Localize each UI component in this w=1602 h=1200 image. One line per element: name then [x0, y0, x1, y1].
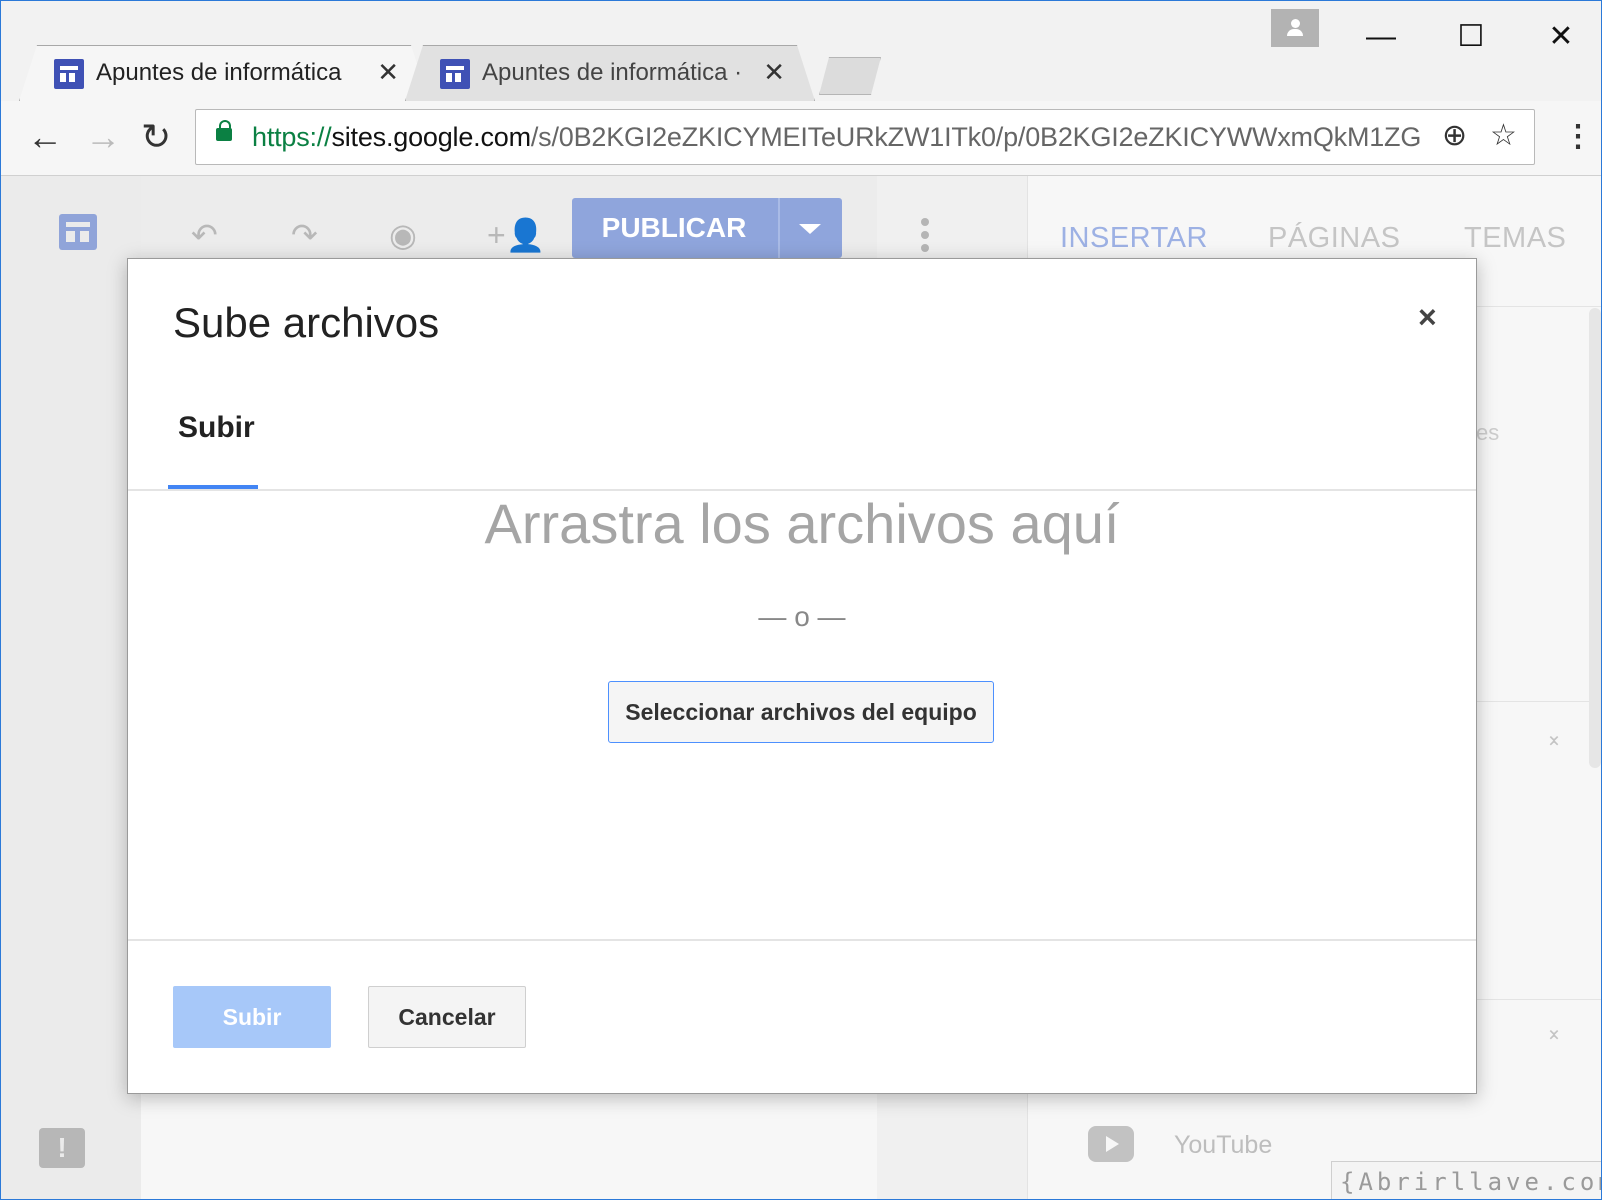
select-files-button[interactable]: Seleccionar archivos del equipo: [608, 681, 994, 743]
tab-strip: Apuntes de informática ✕ Apuntes de info…: [1, 1, 1601, 101]
divider: [128, 939, 1476, 941]
upload-button[interactable]: Subir: [173, 986, 331, 1048]
tab-title: Apuntes de informática: [96, 59, 342, 86]
tab-active[interactable]: Apuntes de informática ✕: [19, 45, 429, 101]
cancel-button[interactable]: Cancelar: [368, 986, 526, 1048]
back-arrow-icon[interactable]: ←: [27, 117, 63, 157]
expand-collapse-icon[interactable]: ⌄ ⌃: [1542, 1019, 1566, 1053]
tab-inactive[interactable]: Apuntes de informática · ✕: [405, 45, 815, 101]
drop-zone-text[interactable]: Arrastra los archivos aquí: [128, 491, 1476, 556]
maximize-icon[interactable]: ☐: [1453, 19, 1489, 55]
panel-scrollbar[interactable]: [1589, 308, 1601, 768]
star-icon[interactable]: ☆: [1490, 118, 1517, 153]
lock-icon: [216, 120, 232, 141]
google-sites-favicon-icon: [440, 59, 470, 89]
address-bar[interactable]: https://sites.google.com/s/0B2KGI2eZKICY…: [195, 109, 1535, 165]
google-sites-favicon-icon: [54, 59, 84, 89]
youtube-icon[interactable]: [1088, 1126, 1134, 1162]
tab-close-icon[interactable]: ✕: [377, 58, 399, 86]
kebab-menu-icon[interactable]: ⋮: [1563, 117, 1593, 157]
watermark-logo: {Abrirllave.com: [1331, 1161, 1601, 1199]
minimize-icon[interactable]: —: [1363, 19, 1399, 55]
or-separator: — o —: [758, 601, 846, 632]
upload-dialog: Sube archivos × Subir Arrastra los archi…: [127, 258, 1477, 1094]
undo-icon[interactable]: ↶: [191, 216, 218, 254]
preview-eye-icon[interactable]: ◉: [389, 216, 417, 254]
reload-icon[interactable]: ↻: [141, 117, 171, 157]
new-tab-button[interactable]: [819, 57, 881, 95]
profile-avatar-icon[interactable]: [1271, 9, 1319, 47]
left-rail: !: [1, 176, 141, 1199]
youtube-label[interactable]: YouTube: [1174, 1131, 1272, 1160]
dialog-close-icon[interactable]: ×: [1418, 299, 1437, 335]
window-close-icon[interactable]: ✕: [1543, 19, 1579, 55]
url-text[interactable]: https://sites.google.com/s/0B2KGI2eZKICY…: [252, 122, 1432, 153]
publish-dropdown-icon[interactable]: [799, 224, 821, 234]
zoom-icon[interactable]: ⊕: [1442, 118, 1467, 153]
publish-button[interactable]: PUBLICAR: [572, 198, 842, 258]
tab-insertar[interactable]: INSERTAR: [1060, 222, 1208, 255]
panel-partial-text: es: [1476, 420, 1500, 445]
publish-label: PUBLICAR: [601, 212, 747, 243]
feedback-icon[interactable]: !: [39, 1128, 85, 1168]
tab-temas[interactable]: TEMAS: [1464, 222, 1566, 255]
share-add-person-icon[interactable]: +👤: [487, 216, 546, 254]
tab-title: Apuntes de informática ·: [482, 59, 743, 86]
url-host: sites.google.com: [331, 122, 531, 152]
expand-collapse-icon[interactable]: ⌄ ⌃: [1542, 725, 1566, 759]
forward-arrow-icon[interactable]: →: [85, 117, 121, 157]
browser-toolbar: ← → ↻ https://sites.google.com/s/0B2KGI2…: [1, 101, 1601, 176]
tab-close-icon[interactable]: ✕: [763, 58, 785, 86]
browser-window: Apuntes de informática ✕ Apuntes de info…: [0, 0, 1602, 1200]
tab-subir[interactable]: Subir: [178, 411, 255, 445]
dialog-title: Sube archivos: [173, 299, 440, 346]
site-logo-icon[interactable]: [59, 214, 97, 250]
more-options-icon[interactable]: [921, 218, 931, 258]
url-scheme: https://: [252, 122, 332, 152]
redo-icon[interactable]: ↷: [291, 216, 318, 254]
tab-paginas[interactable]: PÁGINAS: [1268, 222, 1400, 255]
url-path: /s/0B2KGI2eZKICYMEITeURkZW1ITk0/p/0B2KGI…: [530, 122, 1422, 152]
